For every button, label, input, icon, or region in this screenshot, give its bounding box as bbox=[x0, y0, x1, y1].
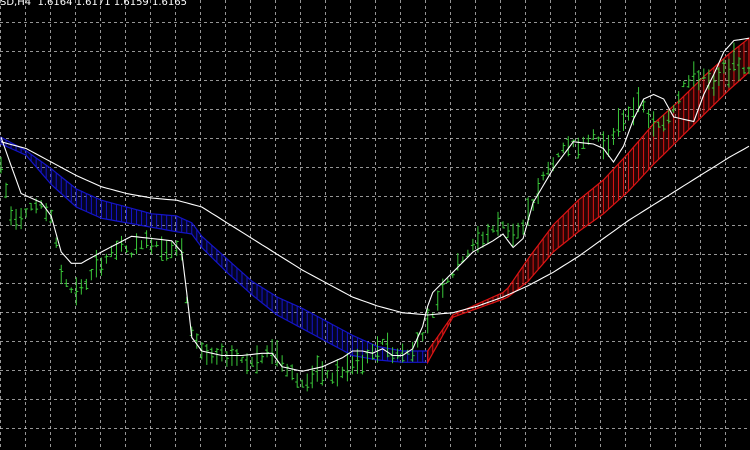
symbol-ohlc-label: SD,H4 1.6164 1.6171 1.6159 1.6165 bbox=[0, 0, 187, 9]
ohlc-text: 1.6164 1.6171 1.6159 1.6165 bbox=[37, 0, 187, 8]
chart-canvas[interactable] bbox=[0, 0, 750, 450]
price-chart[interactable]: SD,H4 1.6164 1.6171 1.6159 1.6165 bbox=[0, 0, 750, 450]
symbol-text: SD,H4 bbox=[0, 0, 32, 8]
